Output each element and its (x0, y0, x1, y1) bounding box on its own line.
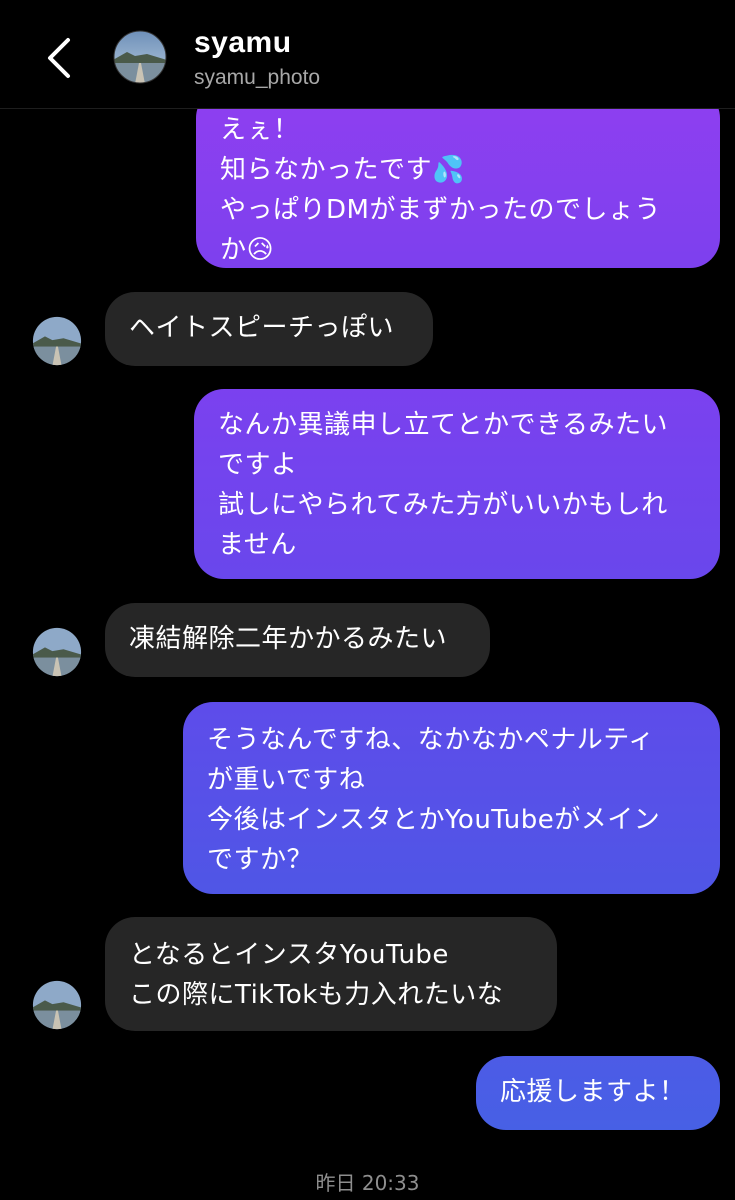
back-button[interactable] (40, 34, 84, 82)
chat-header: syamu syamu_photo (0, 0, 735, 109)
sender-avatar[interactable] (32, 316, 82, 366)
contact-name[interactable]: syamu (194, 26, 292, 60)
chevron-left-icon (48, 38, 70, 78)
incoming-message[interactable]: となるとインスタYouTube この際にTikTokも力入れたいな (105, 917, 557, 1031)
contact-handle: syamu_photo (194, 66, 321, 89)
message-timestamp: 昨日 20:33 (315, 1171, 420, 1195)
sender-avatar[interactable] (32, 627, 82, 677)
outgoing-message[interactable]: 応援しますよ！ (476, 1056, 720, 1130)
outgoing-message[interactable]: なんか異議申し立てとかできるみたい ですよ 試しにやられてみた方がいいかもしれ … (194, 389, 720, 579)
profile-avatar[interactable] (113, 30, 167, 84)
sender-avatar[interactable] (32, 980, 82, 1030)
outgoing-message[interactable]: えぇ！ 知らなかったです💦 やっぱりDMがまずかったのでしょう か😥 (196, 88, 720, 268)
outgoing-message[interactable]: そうなんですね、なかなかペナルティ が重いですね 今後はインスタとかYouTub… (183, 702, 720, 894)
incoming-message[interactable]: 凍結解除二年かかるみたい (105, 603, 490, 677)
incoming-message[interactable]: ヘイトスピーチっぽい (105, 292, 433, 366)
